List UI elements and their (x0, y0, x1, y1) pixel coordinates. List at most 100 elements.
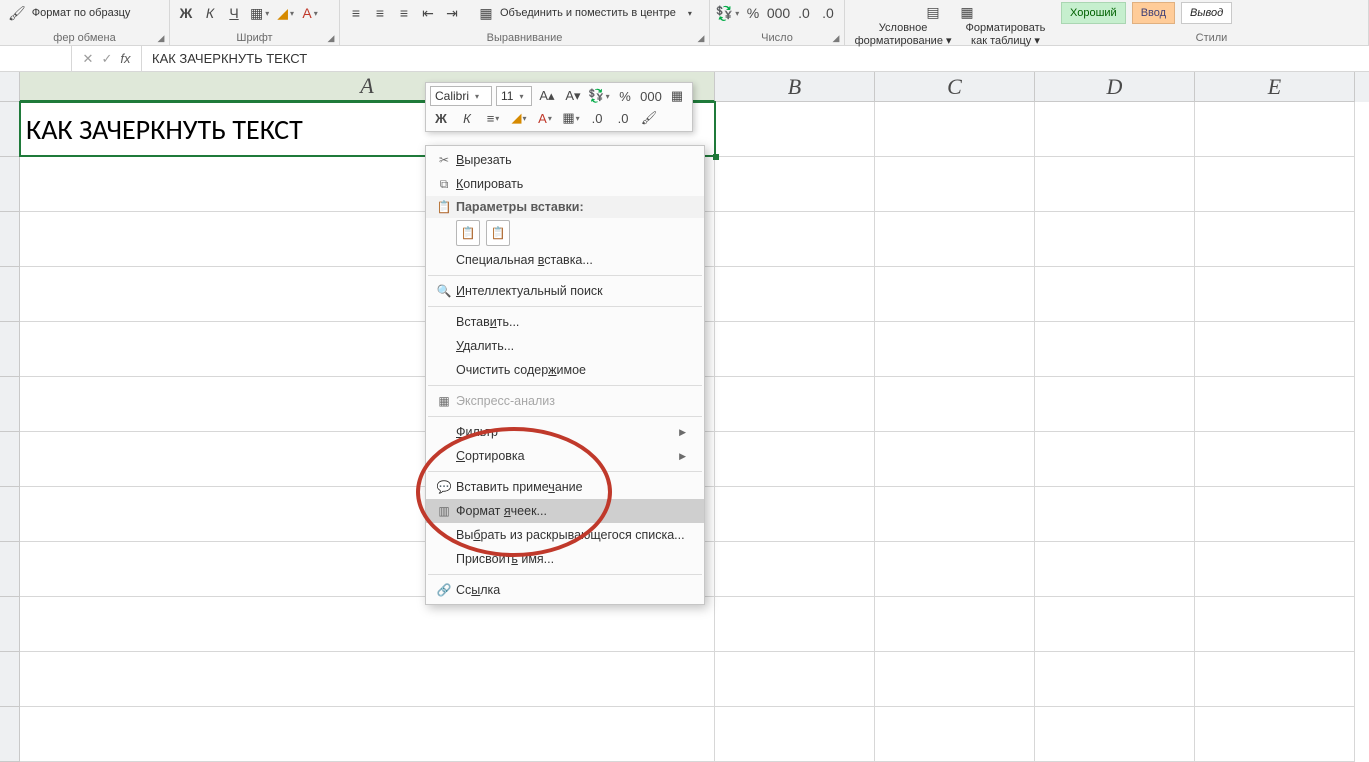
column-header-e[interactable]: E (1195, 72, 1355, 102)
cell[interactable] (1035, 597, 1195, 652)
underline-button[interactable]: Ч (224, 3, 244, 23)
cell[interactable] (715, 542, 875, 597)
row-header[interactable] (0, 597, 20, 652)
merge-center-label[interactable]: Объединить и поместить в центре (500, 7, 676, 19)
dialog-launcher-icon[interactable]: ◢ (325, 32, 337, 44)
cell[interactable] (20, 652, 715, 707)
cell[interactable] (1035, 322, 1195, 377)
cell[interactable] (875, 487, 1035, 542)
mini-format-icon[interactable]: ▦ (666, 86, 688, 106)
mini-bold-button[interactable]: Ж (430, 108, 452, 128)
cell[interactable] (1195, 157, 1355, 212)
cell[interactable] (1035, 212, 1195, 267)
cell[interactable] (715, 432, 875, 487)
row-header[interactable] (0, 707, 20, 762)
cell[interactable] (875, 157, 1035, 212)
row-header[interactable] (0, 157, 20, 212)
column-header-b[interactable]: B (715, 72, 875, 102)
mini-increase-decimal-button[interactable]: .0 (612, 108, 634, 128)
mini-accounting-format-button[interactable]: 💱 (588, 86, 610, 106)
border-button[interactable]: ▦ (248, 3, 271, 23)
cell[interactable] (1035, 102, 1195, 157)
column-header-d[interactable]: D (1035, 72, 1195, 102)
cell-style-output[interactable]: Вывод (1181, 2, 1232, 24)
cell[interactable] (1035, 267, 1195, 322)
cell[interactable] (1195, 322, 1355, 377)
format-as-table-icon[interactable]: ▦ (957, 2, 977, 22)
comma-style-button[interactable]: 000 (767, 3, 790, 23)
fill-handle[interactable] (713, 154, 719, 160)
format-as-table-label[interactable]: Форматироватькак таблицу ▾ (966, 22, 1046, 48)
cell[interactable] (715, 322, 875, 377)
menu-cut[interactable]: ✂ Вырезать (426, 148, 704, 172)
fill-color-button[interactable]: ◢ (275, 3, 296, 23)
mini-size-select[interactable]: 11▾ (496, 86, 532, 106)
fx-icon[interactable]: fx (120, 51, 130, 66)
align-bottom-button[interactable]: ≡ (394, 3, 414, 23)
menu-filter[interactable]: Фильтр▶ (426, 420, 704, 444)
increase-indent-button[interactable]: ⇥ (442, 3, 462, 23)
cell[interactable] (715, 707, 875, 762)
align-top-button[interactable]: ≡ (346, 3, 366, 23)
cell[interactable] (1195, 597, 1355, 652)
number-format-dropdown[interactable]: 💱 (716, 3, 739, 23)
mini-align-button[interactable]: ≡ (482, 108, 504, 128)
cell[interactable] (1195, 652, 1355, 707)
cell[interactable] (875, 212, 1035, 267)
cell[interactable] (875, 542, 1035, 597)
menu-copy[interactable]: ⧉ Копировать (426, 172, 704, 196)
row-header[interactable] (0, 267, 20, 322)
cell[interactable] (1035, 707, 1195, 762)
cell[interactable] (1195, 487, 1355, 542)
menu-insert-comment[interactable]: 💬 Вставить примечание (426, 475, 704, 499)
font-color-button[interactable]: A (300, 3, 320, 23)
dialog-launcher-icon[interactable]: ◢ (695, 32, 707, 44)
cell[interactable] (715, 267, 875, 322)
mini-comma-button[interactable]: 000 (640, 86, 662, 106)
row-header[interactable] (0, 542, 20, 597)
mini-fill-color-button[interactable]: ◢ (508, 108, 530, 128)
cell[interactable] (1195, 542, 1355, 597)
row-header[interactable] (0, 377, 20, 432)
mini-border-button[interactable]: ▦ (560, 108, 582, 128)
menu-sort[interactable]: Сортировка▶ (426, 444, 704, 468)
mini-font-select[interactable]: Calibri▾ (430, 86, 492, 106)
cell[interactable] (875, 597, 1035, 652)
cell[interactable] (1035, 432, 1195, 487)
cell[interactable] (1035, 542, 1195, 597)
cell[interactable] (715, 652, 875, 707)
cell[interactable] (20, 707, 715, 762)
increase-font-icon[interactable]: A▴ (536, 86, 558, 106)
menu-assign-name[interactable]: Присвоить имя... (426, 547, 704, 571)
dialog-launcher-icon[interactable]: ◢ (155, 32, 167, 44)
cell[interactable] (875, 377, 1035, 432)
menu-delete[interactable]: Удалить... (426, 334, 704, 358)
name-box[interactable] (0, 46, 72, 71)
align-middle-button[interactable]: ≡ (370, 3, 390, 23)
dialog-launcher-icon[interactable]: ◢ (830, 32, 842, 44)
cell[interactable] (875, 707, 1035, 762)
cell[interactable] (1195, 212, 1355, 267)
row-header[interactable] (0, 102, 20, 157)
conditional-formatting-label[interactable]: Условноеформатирование ▾ (855, 22, 952, 48)
mini-italic-button[interactable]: К (456, 108, 478, 128)
row-header[interactable] (0, 432, 20, 487)
percent-button[interactable]: % (743, 3, 763, 23)
menu-clear-contents[interactable]: Очистить содержимое (426, 358, 704, 382)
decrease-indent-button[interactable]: ⇤ (418, 3, 438, 23)
bold-button[interactable]: Ж (176, 3, 196, 23)
cell[interactable] (875, 652, 1035, 707)
format-painter-icon[interactable]: 🖌 (6, 3, 28, 23)
confirm-icon[interactable]: ✓ (101, 51, 112, 67)
cell[interactable] (715, 102, 875, 157)
format-painter-label[interactable]: Формат по образцу (32, 7, 131, 19)
row-header[interactable] (0, 652, 20, 707)
menu-link[interactable]: 🔗 Ссылка (426, 578, 704, 602)
row-header[interactable] (0, 212, 20, 267)
cell[interactable] (875, 432, 1035, 487)
conditional-formatting-icon[interactable]: ▤ (923, 2, 943, 22)
menu-pick-from-list[interactable]: Выбрать из раскрывающегося списка... (426, 523, 704, 547)
cell[interactable] (1035, 377, 1195, 432)
menu-insert[interactable]: Вставить... (426, 310, 704, 334)
menu-smart-lookup[interactable]: 🔍 Интеллектуальный поиск (426, 279, 704, 303)
